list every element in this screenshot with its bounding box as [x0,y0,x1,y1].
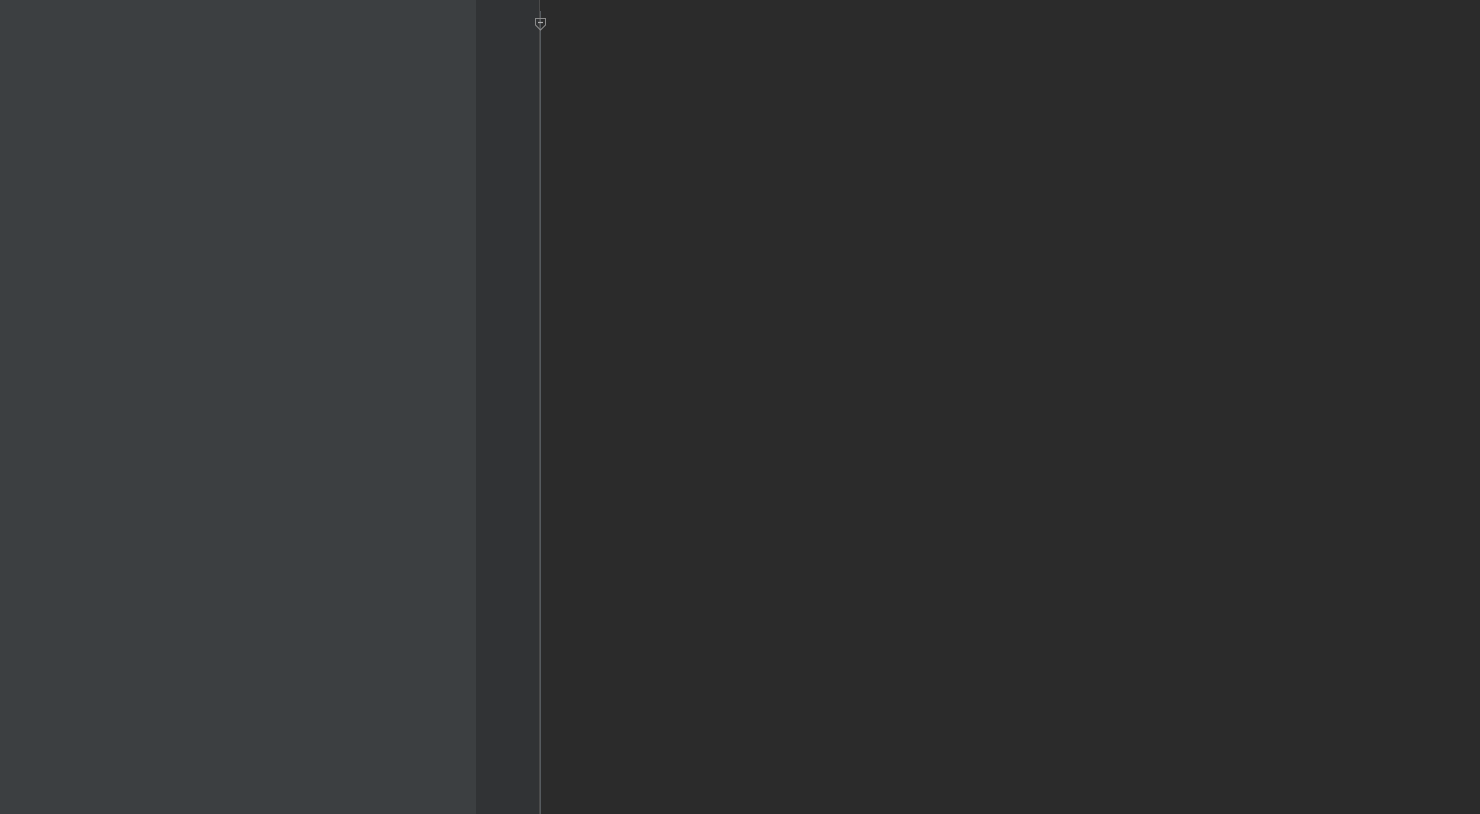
ide-window [0,0,1480,814]
project-tool-window[interactable] [0,0,476,814]
code-editor[interactable] [476,0,1480,814]
code-lines-container[interactable] [476,0,1480,814]
fold-collapse-icon[interactable] [534,18,547,31]
